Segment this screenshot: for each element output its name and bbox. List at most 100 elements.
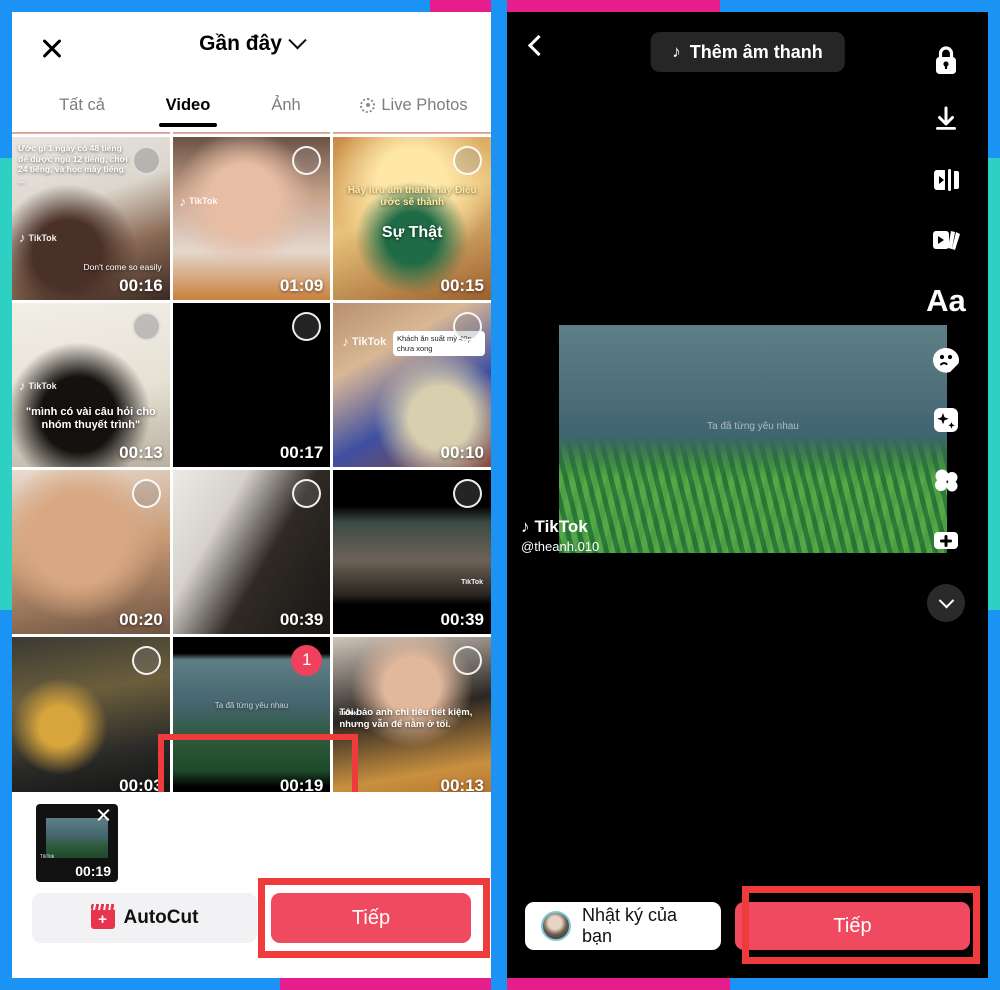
text-tool-label: Aa	[926, 282, 966, 318]
tiktok-watermark: ♪ TikTok	[19, 378, 57, 394]
grid-cell-partial[interactable]	[12, 132, 170, 134]
tab-anh[interactable]: Ảnh	[238, 86, 334, 127]
next-button[interactable]: Tiếp	[735, 902, 970, 950]
remove-clip-icon[interactable]	[96, 808, 111, 823]
add-sound-button[interactable]: ♪ Thêm âm thanh	[650, 32, 845, 72]
select-circle[interactable]	[453, 479, 482, 509]
tab-label: Live Photos	[381, 95, 468, 114]
watermark-brand: TikTok	[534, 517, 588, 536]
chevron-down-icon	[938, 592, 954, 608]
sparkle-effects-icon[interactable]	[918, 390, 974, 450]
tiktok-watermark: ♪ TikTok	[19, 230, 57, 246]
thumbnail-caption-2: Don't come so easily	[83, 261, 162, 272]
frame-strip-middle-divider	[491, 0, 507, 990]
video-duration: 00:15	[440, 276, 484, 296]
grid-cell-video-selected[interactable]: Ta đã từng yêu nhau 1 00:19	[172, 636, 331, 792]
video-preview[interactable]: Ta đã từng yêu nhau	[559, 325, 947, 553]
grid-cell-video[interactable]: ♪ TikTok 01:09	[172, 136, 331, 301]
select-circle[interactable]	[131, 645, 161, 675]
tab-live-photos[interactable]: Live Photos	[334, 86, 491, 127]
autocut-button[interactable]: + AutoCut	[32, 893, 257, 943]
grid-cell-video[interactable]: Ước gì 1 ngày có 48 tiếng để được ngủ 12…	[12, 136, 170, 301]
story-diary-button[interactable]: Nhật ký của bạn	[525, 902, 721, 950]
download-icon[interactable]	[918, 90, 974, 150]
selected-clip-thumbnail[interactable]: TikTok 00:19	[36, 804, 118, 882]
lock-icon[interactable]	[918, 30, 974, 90]
tab-label: Tất cả	[59, 95, 105, 114]
media-grid: Ước gì 1 ngày có 48 tiếng để được ngủ 12…	[12, 132, 491, 792]
video-duration: 00:13	[119, 443, 163, 463]
grid-cell-video[interactable]: 00:20	[12, 470, 170, 634]
video-duration: 00:03	[119, 776, 163, 792]
clapperboard-icon: +	[90, 903, 115, 929]
thumbnail-caption: Ước gì 1 ngày có 48 tiếng để được ngủ 12…	[18, 142, 128, 185]
add-overlay-icon[interactable]	[918, 510, 974, 570]
grid-cell-video[interactable]: Hãy lưu âm thanh này Điều ước sẽ thành S…	[333, 136, 491, 301]
next-label: Tiếp	[833, 914, 872, 937]
filters-icon[interactable]	[918, 450, 974, 510]
live-photos-icon	[360, 97, 376, 113]
video-duration: 00:19	[279, 776, 324, 792]
frame-strip-right-teal	[988, 158, 1000, 610]
select-circle[interactable]	[131, 479, 161, 509]
selection-order-badge[interactable]: 1	[291, 644, 323, 676]
editor-header: ♪ Thêm âm thanh	[507, 12, 988, 82]
avatar	[541, 911, 571, 941]
music-note-icon: ♪	[521, 517, 530, 536]
grid-cell-video[interactable]: 00:17	[172, 303, 331, 468]
preview-grass-art	[559, 438, 947, 553]
thumbnail-art	[172, 132, 331, 134]
thumbnail-caption: Tôi bảo anh chi tiêu tiết kiệm, nhưng vẫ…	[339, 706, 473, 730]
text-aa-icon[interactable]: Aa	[918, 270, 974, 330]
thumbnail-art	[333, 132, 491, 134]
thumbnail-caption: Ta đã từng yêu nhau	[214, 700, 289, 710]
watermark-username: @theanh.010	[521, 539, 600, 554]
thumbnail-caption: Hãy lưu âm thanh này Điều ước sẽ thành	[347, 184, 477, 209]
grid-cell-partial[interactable]	[172, 132, 331, 134]
tab-tat-ca[interactable]: Tất cả	[26, 86, 138, 127]
tray-action-bar: + AutoCut Tiếp	[12, 888, 491, 948]
collapse-tools-button[interactable]	[927, 584, 965, 622]
grid-cell-video[interactable]: 00:39	[172, 470, 331, 634]
chevron-left-icon[interactable]	[527, 34, 550, 57]
frame-strip-left-teal	[0, 158, 12, 610]
sticker-icon[interactable]	[918, 330, 974, 390]
tiktok-watermark: ♪ TikTok	[179, 193, 218, 209]
grid-cell-video[interactable]: 00:03	[12, 636, 170, 792]
grid-cell-partial[interactable]	[333, 132, 491, 134]
select-circle[interactable]	[453, 645, 482, 675]
tab-video[interactable]: Video	[138, 86, 238, 127]
picker-header: Gần đây	[12, 12, 491, 80]
editor-tools-sidebar: Aa	[918, 30, 974, 622]
next-button[interactable]: Tiếp	[271, 893, 471, 943]
grid-cell-video[interactable]: Khách ăn suất mỳ 40p chưa xong ♪ TikTok 0…	[333, 303, 491, 468]
select-circle[interactable]	[131, 312, 161, 342]
diary-label: Nhật ký của bạn	[582, 905, 678, 946]
select-circle[interactable]	[453, 145, 482, 175]
thumbnail-caption-2: Sự Thật	[381, 223, 443, 241]
select-circle[interactable]	[131, 145, 161, 175]
grid-cell-video[interactable]: Tôi bảo anh chi tiêu tiết kiệm, nhưng vẫ…	[333, 636, 491, 792]
grid-cell-video[interactable]: "mình có vài câu hỏi cho nhóm thuyết trì…	[12, 303, 170, 468]
frame-strip-left-blue-top	[0, 0, 12, 158]
autocut-label: AutoCut	[123, 907, 199, 928]
tiktok-watermark: TikTok	[461, 578, 483, 586]
preview-watermark: ♪ TikTok @theanh.010	[521, 517, 599, 554]
select-circle[interactable]	[292, 145, 322, 175]
clips-stack-icon[interactable]	[918, 210, 974, 270]
video-editor-screen: ♪ Thêm âm thanh Ta đã từng yêu nhau ♪ Tik…	[507, 12, 988, 978]
frame-strip-left-blue-bottom	[0, 610, 12, 990]
album-selector[interactable]: Gần đây	[12, 30, 491, 56]
media-picker-screen: Gần đây Tất cả Video Ảnh Live Photos Ước…	[12, 12, 491, 978]
video-duration: 00:20	[119, 609, 163, 629]
grid-cell-video[interactable]: TikTok 00:39	[333, 470, 491, 634]
media-grid-scroll[interactable]: Ước gì 1 ngày có 48 tiếng để được ngủ 12…	[12, 132, 491, 792]
next-label: Tiếp	[351, 906, 391, 929]
thumbnail-art	[12, 132, 170, 134]
clip-duration: 00:19	[75, 863, 111, 879]
thumbnail-art	[46, 818, 108, 858]
video-duration: 01:09	[279, 276, 324, 296]
tiktok-watermark: TikTok	[338, 710, 358, 717]
split-screen-icon[interactable]	[918, 150, 974, 210]
editor-bottom-bar: Nhật ký của bạn Tiếp	[507, 898, 988, 954]
